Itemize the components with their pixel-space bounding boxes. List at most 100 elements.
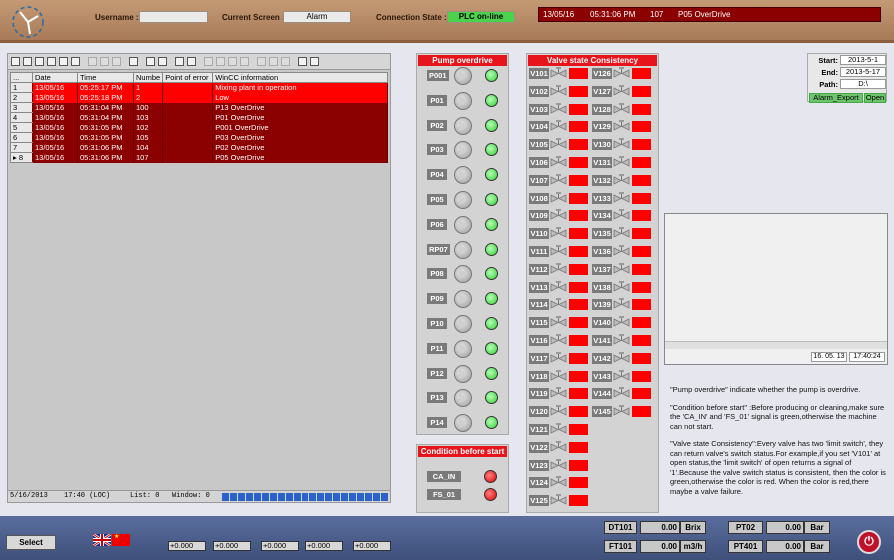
refresh-icon[interactable] bbox=[23, 57, 32, 66]
valve-icon[interactable] bbox=[613, 227, 630, 240]
table-row[interactable]: 1 13/05/16 05:25:17 PM 1 Mixing plant in ope… bbox=[10, 82, 389, 93]
hitlist-icon[interactable] bbox=[59, 57, 68, 66]
archive-icon[interactable] bbox=[47, 57, 56, 66]
valve-icon[interactable] bbox=[613, 262, 630, 276]
valve-icon[interactable] bbox=[613, 156, 630, 169]
preview-scrollbar[interactable] bbox=[665, 341, 887, 349]
pump-icon[interactable] bbox=[454, 364, 472, 383]
loop-icon[interactable] bbox=[257, 57, 266, 66]
valve-icon[interactable] bbox=[613, 173, 630, 187]
table-row[interactable]: 5 13/05/16 05:31:05 PM 102 P001 OverDrive bbox=[10, 122, 389, 133]
select-button[interactable]: Select bbox=[6, 535, 56, 550]
pump-icon[interactable] bbox=[454, 67, 472, 85]
message-list-icon[interactable] bbox=[11, 57, 20, 66]
history-icon[interactable] bbox=[35, 57, 44, 66]
pump-icon[interactable] bbox=[454, 141, 472, 160]
hide-icon[interactable] bbox=[269, 57, 278, 66]
username-field[interactable] bbox=[139, 11, 208, 23]
table-row[interactable]: 3 13/05/16 05:31:04 PM 100 P13 OverDrive bbox=[10, 102, 389, 113]
valve-icon[interactable] bbox=[550, 209, 567, 222]
valve-icon[interactable] bbox=[613, 84, 630, 98]
print-icon[interactable] bbox=[175, 57, 184, 66]
valve-icon[interactable] bbox=[613, 138, 630, 151]
valve-icon[interactable] bbox=[550, 423, 567, 436]
valve-icon[interactable] bbox=[550, 440, 567, 454]
pump-icon[interactable] bbox=[454, 389, 472, 408]
single-ack-icon[interactable] bbox=[228, 57, 237, 66]
valve-icon[interactable] bbox=[550, 84, 567, 98]
start-date-field[interactable]: 2013-5-1 bbox=[840, 55, 886, 65]
valve-icon[interactable] bbox=[550, 334, 567, 347]
latest-alarm-line[interactable]: 13/05/16 05:31:06 PM 107 P05 OverDrive bbox=[538, 7, 881, 22]
valve-icon[interactable] bbox=[613, 405, 630, 418]
info-icon[interactable] bbox=[158, 57, 167, 66]
lock-icon[interactable] bbox=[240, 57, 249, 66]
path-field[interactable]: D:\ bbox=[840, 79, 886, 89]
export-icon[interactable] bbox=[187, 57, 196, 66]
end-date-field[interactable]: 2013-5-17 bbox=[840, 67, 886, 77]
valve-icon[interactable] bbox=[550, 280, 567, 294]
valve-icon[interactable] bbox=[550, 191, 567, 205]
valve-icon[interactable] bbox=[550, 173, 567, 187]
valve-icon[interactable] bbox=[613, 280, 630, 294]
valve-icon[interactable] bbox=[613, 245, 630, 258]
column-header-index[interactable]: ... bbox=[10, 72, 33, 83]
valve-icon[interactable] bbox=[550, 262, 567, 276]
valve-icon[interactable] bbox=[550, 476, 567, 489]
filter-icon[interactable] bbox=[88, 57, 97, 66]
pump-icon[interactable] bbox=[454, 265, 472, 284]
group-ack-icon[interactable] bbox=[216, 57, 225, 66]
valve-icon[interactable] bbox=[550, 156, 567, 169]
table-row[interactable]: 4 13/05/16 05:31:04 PM 103 P01 OverDrive bbox=[10, 112, 389, 123]
valve-icon[interactable] bbox=[613, 67, 630, 80]
valve-icon[interactable] bbox=[550, 67, 567, 80]
valve-icon[interactable] bbox=[613, 316, 630, 329]
open-button[interactable]: Open bbox=[864, 93, 886, 103]
column-header-info[interactable]: WinCC information bbox=[212, 72, 389, 83]
valve-icon[interactable] bbox=[613, 298, 630, 311]
valve-icon[interactable] bbox=[613, 387, 630, 400]
valve-icon[interactable] bbox=[550, 494, 567, 507]
pump-icon[interactable] bbox=[454, 240, 472, 259]
table-row[interactable]: ▸ 8 13/05/16 05:31:06 PM 107 P05 OverDrive bbox=[10, 152, 389, 163]
tools-icon[interactable] bbox=[310, 57, 319, 66]
alarm-export-button[interactable]: Alarm_Export bbox=[809, 93, 863, 103]
filter-lock-icon[interactable] bbox=[100, 57, 109, 66]
chinese-flag-icon[interactable]: ★ bbox=[112, 534, 130, 546]
pump-icon[interactable] bbox=[454, 339, 472, 358]
unlock-icon[interactable] bbox=[281, 57, 290, 66]
valve-icon[interactable] bbox=[550, 102, 567, 116]
valve-icon[interactable] bbox=[550, 316, 567, 329]
filter-clear-icon[interactable] bbox=[112, 57, 121, 66]
valve-icon[interactable] bbox=[550, 405, 567, 418]
valve-icon[interactable] bbox=[550, 138, 567, 151]
pump-icon[interactable] bbox=[454, 414, 472, 433]
table-row[interactable]: 6 13/05/16 05:31:05 PM 105 P03 OverDrive bbox=[10, 132, 389, 143]
valve-icon[interactable] bbox=[613, 209, 630, 222]
selection-icon[interactable] bbox=[146, 57, 155, 66]
valve-icon[interactable] bbox=[550, 369, 567, 383]
column-header-time[interactable]: Time bbox=[77, 72, 134, 83]
pump-icon[interactable] bbox=[454, 116, 472, 135]
valve-icon[interactable] bbox=[550, 458, 567, 472]
sort-az-icon[interactable] bbox=[298, 57, 307, 66]
statistics-icon[interactable] bbox=[71, 57, 80, 66]
valve-icon[interactable] bbox=[550, 120, 567, 133]
pump-icon[interactable] bbox=[454, 315, 472, 333]
sort-icon[interactable] bbox=[129, 57, 138, 66]
pump-icon[interactable] bbox=[454, 91, 472, 110]
english-flag-icon[interactable] bbox=[93, 534, 111, 546]
valve-icon[interactable] bbox=[613, 334, 630, 347]
valve-icon[interactable] bbox=[613, 102, 630, 116]
valve-icon[interactable] bbox=[550, 351, 567, 365]
valve-icon[interactable] bbox=[613, 120, 630, 133]
pump-icon[interactable] bbox=[454, 215, 472, 234]
column-header-point-of-error[interactable]: Point of error bbox=[162, 72, 214, 83]
valve-icon[interactable] bbox=[550, 298, 567, 311]
valve-icon[interactable] bbox=[613, 369, 630, 383]
valve-icon[interactable] bbox=[550, 227, 567, 240]
column-header-number[interactable]: Numbe bbox=[132, 72, 164, 83]
pump-icon[interactable] bbox=[454, 166, 472, 185]
pump-icon[interactable] bbox=[454, 290, 472, 309]
valve-icon[interactable] bbox=[613, 351, 630, 365]
